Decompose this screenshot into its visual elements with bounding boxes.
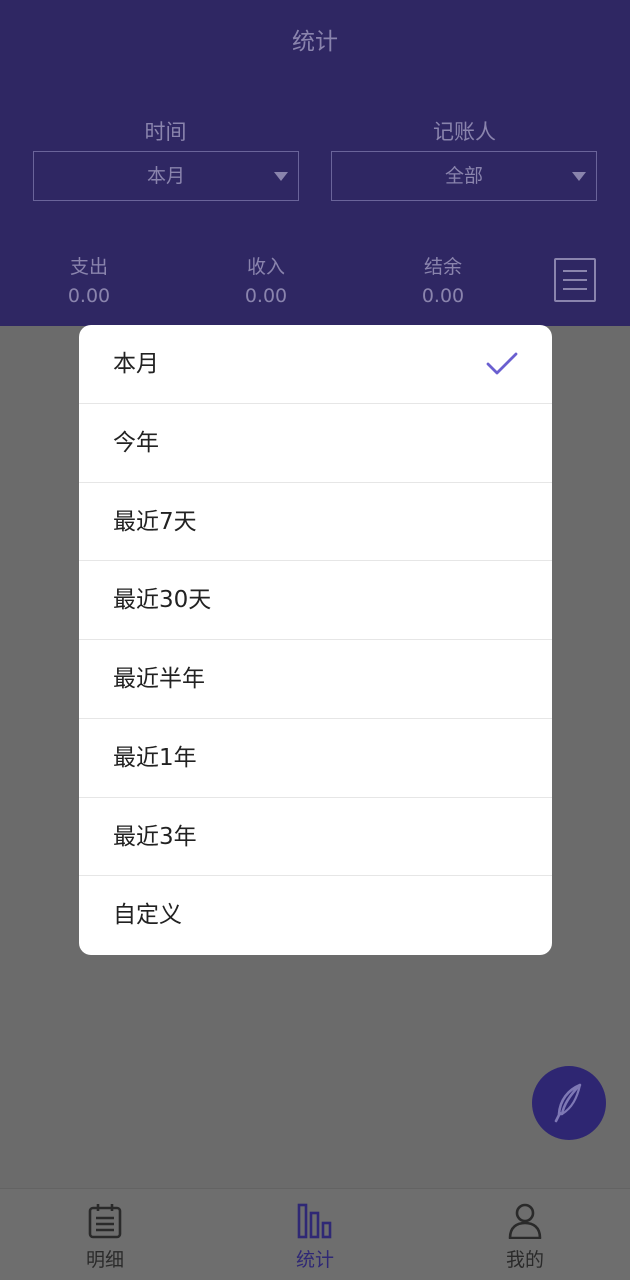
time-filter-value: 本月 bbox=[146, 165, 185, 187]
option-label: 自定义 bbox=[113, 902, 182, 929]
nav-label-stats: 统计 bbox=[295, 1249, 334, 1271]
notepad-icon bbox=[88, 1204, 122, 1239]
balance-label: 结余 bbox=[423, 256, 462, 278]
bottom-nav: 明细 统计 我的 bbox=[0, 1188, 630, 1280]
check-icon bbox=[486, 352, 518, 375]
page-title: 统计 bbox=[292, 29, 338, 55]
list-icon[interactable] bbox=[554, 258, 596, 302]
caret-down-icon bbox=[274, 172, 288, 181]
option-label: 最近3年 bbox=[113, 823, 197, 850]
option-label: 最近半年 bbox=[113, 666, 205, 692]
add-record-button[interactable] bbox=[532, 1066, 606, 1140]
income-value: 0.00 bbox=[244, 285, 288, 307]
expense-value: 0.00 bbox=[67, 285, 111, 307]
option-label: 最近7天 bbox=[113, 508, 197, 535]
nav-label-details: 明细 bbox=[85, 1249, 124, 1271]
caret-down-icon bbox=[572, 172, 586, 181]
person-filter-label: 记账人 bbox=[433, 120, 496, 144]
option-label: 最近30天 bbox=[113, 587, 212, 614]
balance-value: 0.00 bbox=[421, 285, 465, 307]
person-filter-select[interactable]: 全部 bbox=[331, 151, 597, 201]
expense-label: 支出 bbox=[69, 256, 108, 278]
nav-label-mine: 我的 bbox=[505, 1249, 544, 1271]
balance-summary: 结余 0.00 bbox=[383, 252, 503, 307]
option-last-1-year[interactable]: 最近1年 bbox=[79, 719, 552, 798]
time-range-dropdown: 本月 今年 最近7天 最近30天 最近半年 最近1年 最近3年 自定义 bbox=[79, 325, 552, 955]
person-filter-value: 全部 bbox=[444, 165, 483, 187]
option-label: 最近1年 bbox=[113, 744, 197, 771]
nav-item-stats[interactable]: 统计 bbox=[210, 1189, 420, 1280]
expense-summary: 支出 0.00 bbox=[29, 252, 149, 307]
bar-chart-icon bbox=[297, 1203, 332, 1239]
nav-item-mine[interactable]: 我的 bbox=[420, 1189, 630, 1280]
person-icon bbox=[508, 1203, 542, 1239]
option-label: 今年 bbox=[113, 429, 159, 456]
option-last-7-days[interactable]: 最近7天 bbox=[79, 483, 552, 562]
option-custom[interactable]: 自定义 bbox=[79, 876, 552, 955]
time-filter-select[interactable]: 本月 bbox=[33, 151, 299, 201]
stats-header: 统计 时间 本月 记账人 全部 支出 0.00 收入 0.00 结余 0.00 bbox=[0, 0, 630, 326]
feather-icon bbox=[554, 1083, 582, 1123]
option-this-month[interactable]: 本月 bbox=[79, 325, 552, 404]
option-label: 本月 bbox=[113, 351, 159, 377]
option-this-year[interactable]: 今年 bbox=[79, 404, 552, 483]
income-label: 收入 bbox=[246, 256, 285, 278]
option-last-3-years[interactable]: 最近3年 bbox=[79, 798, 552, 877]
option-last-half-year[interactable]: 最近半年 bbox=[79, 640, 552, 719]
option-last-30-days[interactable]: 最近30天 bbox=[79, 561, 552, 640]
income-summary: 收入 0.00 bbox=[206, 252, 326, 307]
nav-item-details[interactable]: 明细 bbox=[0, 1189, 210, 1280]
time-filter-label: 时间 bbox=[144, 120, 187, 144]
